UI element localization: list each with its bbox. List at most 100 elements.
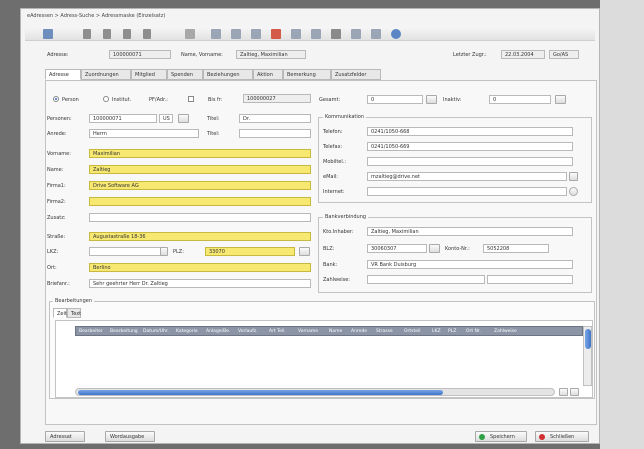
grid-col-anlage[interactable]: Anlage/Be. <box>206 329 230 334</box>
grid-col-vorname[interactable]: Vorname <box>298 329 318 334</box>
gesamt-field[interactable]: 0 <box>367 95 423 104</box>
copy-icon[interactable] <box>231 29 241 39</box>
tab-mitglied[interactable]: Mitglied <box>131 69 167 80</box>
print-icon[interactable] <box>331 29 341 39</box>
new-record-icon[interactable] <box>211 29 221 39</box>
scroll-left-button[interactable] <box>559 388 568 396</box>
mail-icon[interactable] <box>371 29 381 39</box>
grid-col-vorlauf[interactable]: Vorlaufz. <box>238 329 258 334</box>
letzter-date-field[interactable]: 22.03.2004 <box>501 50 545 59</box>
titel-field[interactable]: Dr. <box>239 114 311 123</box>
mobiltel-field[interactable] <box>367 157 573 166</box>
adressat-button[interactable]: Adressat <box>45 431 85 442</box>
export-icon[interactable] <box>351 29 361 39</box>
blz-field[interactable]: 30060307 <box>367 244 427 253</box>
grid-col-art[interactable]: Art Teil. <box>269 329 286 334</box>
speichern-label: Speichern <box>490 434 515 440</box>
name-field[interactable]: Zaltieg, Maximilian <box>236 50 306 59</box>
tab-adresse[interactable]: Adresse <box>45 69 81 80</box>
tab-bemerkung[interactable]: Bemerkung <box>283 69 331 80</box>
personen-lookup-button[interactable] <box>178 114 189 123</box>
anrede-field[interactable]: Herrn <box>89 129 199 138</box>
tab-aktion[interactable]: Aktion <box>253 69 283 80</box>
document-icon[interactable] <box>311 29 321 39</box>
speichern-button[interactable]: Speichern <box>475 431 527 442</box>
grid-col-bearbeiter[interactable]: Bearbeiter <box>79 329 103 334</box>
firma1-field[interactable]: Drive Software AG <box>89 181 311 190</box>
titel-label: Titel: <box>207 116 220 122</box>
briefanrede-field[interactable]: Sehr geehrter Herr Dr. Zaltieg <box>89 279 311 288</box>
internet-field[interactable] <box>367 187 567 196</box>
name-row-field[interactable]: Zaltieg <box>89 165 311 174</box>
personen-label: Personen: <box>47 116 72 122</box>
konto-field[interactable]: 5052208 <box>483 244 549 253</box>
firma2-field[interactable] <box>89 197 311 206</box>
grid-vertical-scroll-thumb[interactable] <box>585 329 591 349</box>
email-field[interactable]: mzaltieg@drive.net <box>367 172 567 181</box>
grid-col-kategorie[interactable]: Kategorie <box>176 329 198 334</box>
personen-field[interactable]: 100000071 <box>89 114 157 123</box>
filter-icon[interactable] <box>185 29 195 39</box>
zahlweise-field[interactable] <box>367 275 485 284</box>
last-record-icon[interactable] <box>143 29 151 39</box>
grid-col-anrede[interactable]: Anrede <box>351 329 367 334</box>
grid-col-ortnr[interactable]: Ort Nr. <box>466 329 481 334</box>
plz-field[interactable]: 33070 <box>205 247 295 256</box>
ort-field[interactable]: Berlino <box>89 263 311 272</box>
grid-vertical-scrollbar[interactable] <box>583 326 592 386</box>
lkz-field[interactable] <box>89 247 167 256</box>
subtab-text[interactable]: Text <box>67 308 81 318</box>
grid-col-name[interactable]: Name <box>329 329 342 334</box>
edit-icon[interactable] <box>251 29 261 39</box>
grid-col-plz[interactable]: PLZ <box>448 329 456 334</box>
previous-record-icon[interactable] <box>103 29 111 39</box>
letzter-user-field[interactable]: Go/AS <box>549 50 579 59</box>
internet-open-button[interactable] <box>569 187 578 196</box>
tab-beziehungen[interactable]: Beziehungen <box>203 69 253 80</box>
bank-field[interactable]: VR Bank Duisburg <box>367 260 573 269</box>
tab-zuordnungen[interactable]: Zuordnungen <box>81 69 131 80</box>
grid-horizontal-scrollbar[interactable] <box>75 388 555 396</box>
kontoinhaber-field[interactable]: Zaltieg, Maximilian <box>367 227 573 236</box>
titel2-field[interactable] <box>239 129 311 138</box>
vorname-field[interactable]: Maximilian <box>89 149 311 158</box>
tab-spenden[interactable]: Spenden <box>167 69 203 80</box>
radio-institution[interactable] <box>103 96 109 102</box>
telefon-field[interactable]: 0241/1050-668 <box>367 127 573 136</box>
grid-col-lkz[interactable]: LKZ <box>432 329 441 334</box>
zahlweise-extra-field[interactable] <box>487 275 573 284</box>
subtab-zeit[interactable]: Zeit <box>53 308 67 318</box>
plz-lookup-button[interactable] <box>299 247 310 256</box>
lkz-dropdown-button[interactable] <box>160 247 168 256</box>
grid-col-ortsteil[interactable]: Ortsteil <box>404 329 421 334</box>
strasse-field[interactable]: Augustastraße 18-36 <box>89 232 311 241</box>
grid-horizontal-scroll-thumb[interactable] <box>78 390 443 395</box>
scroll-right-button[interactable] <box>570 388 579 396</box>
bis-field[interactable]: 100000027 <box>243 94 311 103</box>
grid-col-zahlweise[interactable]: Zahlweise <box>494 329 517 334</box>
schliessen-button[interactable]: Schließen <box>535 431 589 442</box>
save-icon[interactable] <box>43 29 53 39</box>
grid-col-strasse[interactable]: Strasse <box>376 329 393 334</box>
personen-sub-field[interactable]: US <box>159 114 173 123</box>
breadcrumb: eAdressen > Adress-Suche > Adressmaske (… <box>27 13 166 19</box>
grid-col-datum[interactable]: Datum/Uhr. <box>143 329 169 334</box>
grid-col-bearbeitung[interactable]: Bearbeitung <box>110 329 138 334</box>
delete-icon[interactable] <box>271 29 281 39</box>
inaktiv-button[interactable] <box>555 95 566 104</box>
first-record-icon[interactable] <box>83 29 91 39</box>
help-icon[interactable] <box>391 29 401 39</box>
inaktiv-field[interactable]: 0 <box>489 95 551 104</box>
gesamt-button[interactable] <box>426 95 437 104</box>
next-record-icon[interactable] <box>123 29 131 39</box>
radio-person[interactable] <box>53 96 59 102</box>
telefax-field[interactable]: 0241/1050-669 <box>367 142 573 151</box>
blz-lookup-button[interactable] <box>429 244 440 253</box>
zusatz-field[interactable] <box>89 213 311 222</box>
adresse-field[interactable]: 100000071 <box>109 50 171 59</box>
tab-zusatzfelder[interactable]: Zusatzfelder <box>331 69 381 80</box>
wordausgabe-button[interactable]: Wordausgabe <box>105 431 155 442</box>
search-icon[interactable] <box>291 29 301 39</box>
pf-checkbox[interactable] <box>188 96 194 102</box>
email-send-button[interactable] <box>569 172 578 181</box>
